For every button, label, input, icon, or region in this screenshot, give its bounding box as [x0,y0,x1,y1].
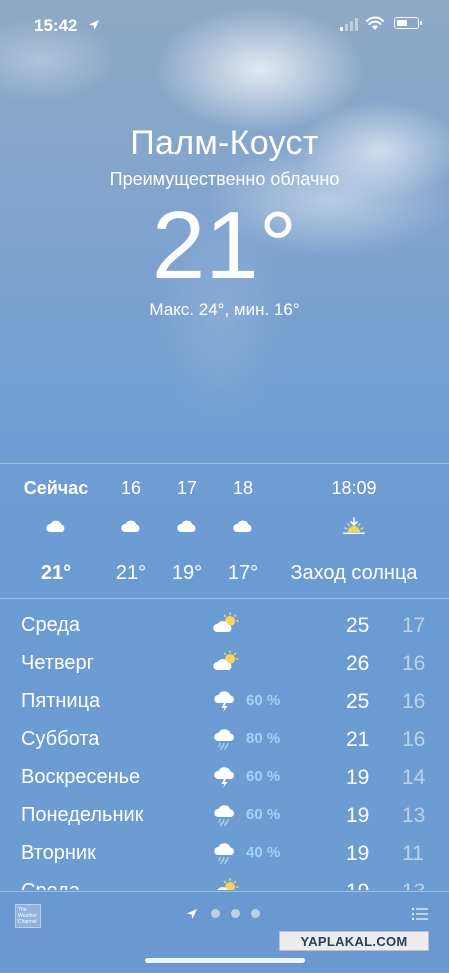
partly-cloudy-sun-icon [217,878,239,890]
day-name: Воскресенье [21,766,141,788]
day-high: 19 [346,804,370,827]
status-time: 15:42 [34,16,78,35]
page-dot [251,909,260,918]
day-low: 14 [402,766,426,789]
weather-channel-logo[interactable]: The Weather Channel [15,904,41,928]
daily-row: Пятница 60 % 25 16 [0,680,449,718]
hourly-forecast[interactable]: Сейчас 21° 16 21° 17 19° 18 17° 18:09 За… [0,463,449,599]
page-indicator[interactable] [186,908,266,920]
home-indicator[interactable] [145,958,305,963]
page-dot [231,909,240,918]
daily-row: Среда 19 13 [0,870,449,890]
precipitation-probability: 60 % [246,768,281,785]
partly-cloudy-sun-icon [213,612,239,632]
hour-label: 18:09 [331,478,377,498]
hour-label: 16 [120,478,142,498]
weather-header: Палм-Коуст Преимущественно облачно [0,124,449,190]
day-high: 19 [346,766,370,789]
day-high: 19 [346,880,369,890]
day-high: 21 [346,728,370,751]
hour-temp: 17° [227,562,259,584]
daily-row: Понедельник 60 % 19 13 [0,794,449,832]
city-name: Палм-Коуст [130,124,319,162]
cloud-icon [233,520,252,532]
daily-forecast[interactable]: Среда 25 17 Четверг 26 16 Пятница 60 % 2… [0,600,449,890]
day-name: Среда [21,614,81,636]
day-low: 11 [402,842,424,865]
day-high: 25 [346,614,370,637]
hour-temp: 21° [115,562,147,584]
day-low: 17 [402,614,426,637]
hour-label: Сейчас [23,478,89,498]
day-name: Вторник [21,842,96,864]
wifi-icon [366,16,384,30]
thunderstorm-icon [214,691,234,712]
day-name: Пятница [21,690,101,712]
daily-row: Четверг 26 16 [0,642,449,680]
day-name: Понедельник [21,804,144,826]
hour-temp: 19° [171,562,203,584]
location-arrow-icon [89,20,99,30]
rain-cloud-icon [214,843,234,864]
day-low: 13 [402,804,426,827]
hour-temp: Заход солнца [290,562,418,584]
cloud-icon [177,520,196,532]
day-name: Суббота [21,728,100,750]
precipitation-probability: 60 % [246,692,281,709]
day-low: 16 [402,728,426,751]
daily-row: Суббота 80 % 21 16 [0,718,449,756]
rain-cloud-icon [214,805,234,826]
daily-row: Среда 25 17 [0,604,449,642]
battery-icon [394,17,422,29]
rain-cloud-icon [214,729,234,750]
daily-row: Воскресенье 60 % 19 14 [0,756,449,794]
cloud-icon [46,520,65,532]
day-name: Среда [21,880,80,890]
page-dot [211,909,220,918]
condition-text: Преимущественно облачно [109,169,340,189]
city-list-icon[interactable] [411,906,429,922]
hour-label: 18 [232,478,254,498]
daily-row: Вторник 40 % 19 11 [0,832,449,870]
high-low-temperature: Макс. 24°, мин. 16° [149,300,300,319]
current-temperature: 21° [151,192,298,299]
precipitation-probability: 60 % [246,806,281,823]
hour-temp: 21° [40,562,72,584]
day-name: Четверг [21,652,94,674]
precipitation-probability: 40 % [246,844,281,861]
sunset-icon [343,517,365,534]
day-high: 25 [346,690,370,713]
cellular-signal-icon [340,18,358,31]
day-high: 26 [346,652,370,675]
precipitation-probability: 80 % [246,730,281,747]
day-high: 19 [346,842,370,865]
hour-label: 17 [176,478,198,498]
location-arrow-icon [187,909,197,919]
cloud-icon [121,520,140,532]
thunderstorm-icon [214,767,234,788]
day-low: 16 [402,690,426,713]
watermark: YAPLAKAL.COM [279,931,429,951]
status-bar: 15:42 [0,0,449,50]
day-low: 16 [402,652,426,675]
partly-cloudy-sun-icon [213,650,239,670]
day-low: 13 [402,880,425,890]
